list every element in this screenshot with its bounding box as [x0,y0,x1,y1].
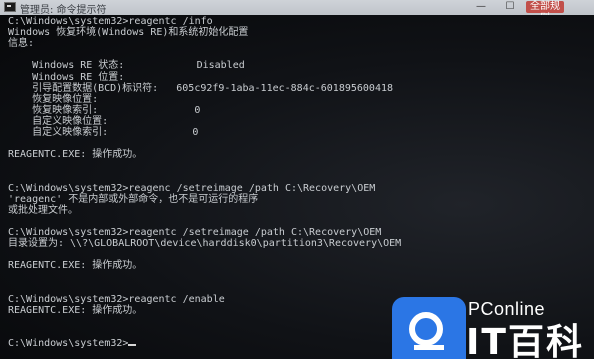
console-output[interactable]: C:\Windows\system32>reagentc /info Window… [0,15,594,359]
watermark-brand-big: IT百科 [466,322,584,359]
console-line: C:\Windows\system32> [8,338,137,350]
console-line: REAGENTC.EXE: 操作成功。 [8,304,143,316]
console-line: 或批处理文件。 [8,204,78,216]
maximize-button[interactable]: ☐ [497,1,523,13]
title-bar: 管理员: 命令提示符 — ☐ 全部规则 [0,0,594,24]
console-line: Windows 恢复环境(Windows RE)和系统初始化配置 [8,27,249,39]
console-line: 目录设置为: \\?\GLOBALROOT\device\harddisk0\p… [8,238,402,249]
pconline-logo-icon [392,297,466,359]
console-line: REAGENTC.EXE: 操作成功。 [8,260,143,272]
console-line: REAGENTC.EXE: 操作成功。 [8,149,143,161]
console-line: 信息: [8,38,35,50]
minimize-button[interactable]: — [468,1,494,13]
close-button[interactable]: 全部规则 [526,1,564,24]
magnifier-icon [409,312,444,350]
watermark-brand-small: PConline [468,299,546,319]
console-line: 自定义映像索引: 0 [8,127,199,138]
cmd-icon [4,2,16,12]
text-cursor [128,343,137,346]
window-title: 管理员: 命令提示符 [20,5,107,16]
